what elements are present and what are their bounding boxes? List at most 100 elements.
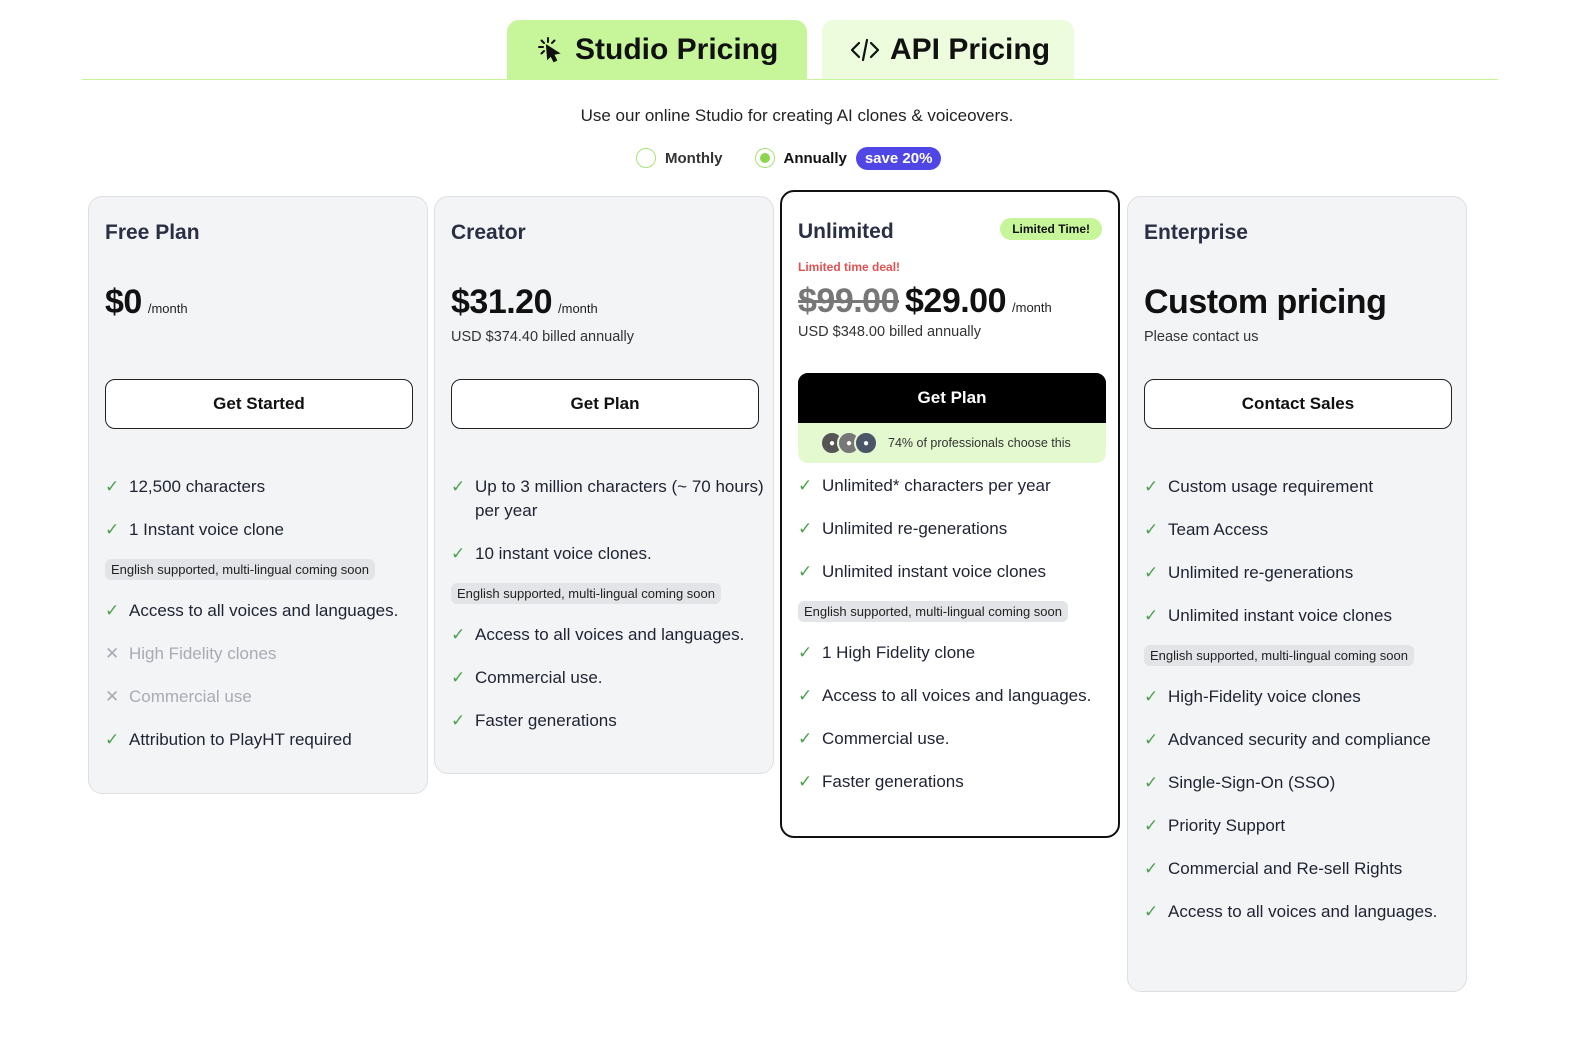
price-row: $0 /month [105, 283, 188, 322]
language-support-note: English supported, multi-lingual coming … [451, 583, 721, 604]
price-period: /month [558, 301, 598, 316]
price-period: /month [1012, 300, 1052, 315]
feature-item: ✓ 10 instant voice clones. [451, 542, 769, 566]
tab-label: Studio Pricing [575, 32, 779, 66]
feature-text: Access to all voices and languages. [475, 625, 745, 644]
limited-time-badge: Limited Time! [1000, 218, 1102, 240]
feature-text: Commercial use. [475, 668, 603, 687]
check-icon: ✓ [1144, 816, 1159, 835]
avatar: ● [854, 431, 878, 455]
plan-price: $0 [105, 283, 142, 321]
feature-item: ✓ Commercial use. [798, 727, 1116, 751]
feature-item: ✓ Custom usage requirement [1144, 475, 1462, 499]
deal-text: Limited time deal! [798, 260, 901, 274]
billing-option-annually[interactable]: Annually save 20% [754, 146, 942, 170]
check-icon: ✓ [105, 477, 120, 496]
get-started-button[interactable]: Get Started [105, 379, 413, 429]
check-icon: ✓ [1144, 902, 1159, 921]
check-icon: ✓ [798, 476, 813, 495]
feature-list: ✓ Unlimited* characters per year ✓ Unlimite… [798, 474, 1116, 813]
save-badge: save 20% [855, 146, 942, 170]
feature-text: High Fidelity clones [129, 644, 277, 663]
feature-text: Faster generations [822, 772, 964, 791]
social-proof-strip: ● ● ● 74% of professionals choose this [798, 423, 1106, 463]
feature-item: ✓ Commercial and Re-sell Rights [1144, 857, 1462, 881]
price-period: /month [147, 301, 188, 316]
billed-annually-text: USD $374.40 billed annually [451, 329, 634, 345]
check-icon: ✓ [1144, 520, 1159, 539]
page-subtitle: Use our online Studio for creating AI cl… [580, 106, 1014, 125]
feature-text: Access to all voices and languages. [1168, 902, 1438, 921]
feature-item: ✓ Priority Support [1144, 814, 1462, 838]
check-icon: ✓ [798, 562, 813, 581]
feature-text: Priority Support [1168, 816, 1286, 835]
plan-name: Free Plan [105, 221, 200, 244]
monthly-radio[interactable] [636, 148, 656, 168]
feature-item: ✓ Attribution to PlayHT required [105, 728, 423, 752]
social-proof-text: 74% of professionals choose this [888, 436, 1071, 450]
feature-item: ✓ Unlimited instant voice clones [1144, 604, 1462, 628]
check-icon: ✓ [1144, 606, 1159, 625]
feature-item: ✓ 12,500 characters [105, 475, 423, 499]
tab-studio-pricing[interactable]: Studio Pricing [507, 20, 807, 79]
x-icon: ✕ [105, 687, 120, 706]
feature-item: ✓ Access to all voices and languages. [105, 599, 423, 623]
feature-item: ✓ 1 High Fidelity clone [798, 641, 1116, 665]
plan-card-unlimited: Unlimited Limited Time! Limited time dea… [780, 190, 1120, 838]
x-icon: ✕ [105, 644, 120, 663]
feature-item: ✓ Commercial use. [451, 666, 769, 690]
cursor-click-icon [535, 35, 565, 65]
feature-text: Up to 3 million characters (~ 70 hours) … [475, 477, 764, 520]
annually-radio[interactable] [754, 148, 775, 168]
feature-item: ✓ Up to 3 million characters (~ 70 hours)… [451, 475, 769, 523]
feature-item: ✓ 1 Instant voice clone [105, 518, 423, 542]
annually-label: Annually [783, 149, 847, 167]
feature-item: ✓ Unlimited* characters per year [798, 474, 1116, 498]
feature-text: Faster generations [475, 711, 617, 730]
plan-card-free: Free Plan $0 /month Get Started ✓ 12,500 … [88, 196, 428, 794]
check-icon: ✓ [798, 643, 813, 662]
feature-text: Team Access [1168, 520, 1269, 539]
get-plan-button[interactable]: Get Plan [451, 379, 759, 429]
billing-option-monthly[interactable]: Monthly [636, 148, 723, 168]
feature-text: Access to all voices and languages. [822, 686, 1092, 705]
feature-text: Advanced security and compliance [1168, 730, 1431, 749]
get-plan-button[interactable]: Get Plan [798, 373, 1106, 423]
feature-text: 1 Instant voice clone [129, 520, 284, 539]
plan-price: Custom pricing [1144, 283, 1387, 321]
tab-api-pricing[interactable]: API Pricing [822, 20, 1074, 79]
feature-text: Single-Sign-On (SSO) [1168, 773, 1336, 792]
feature-item: ✓ Unlimited re-generations [1144, 561, 1462, 585]
feature-item: ✕ Commercial use [105, 685, 423, 709]
language-support-note: English supported, multi-lingual coming … [798, 601, 1068, 622]
feature-note-row: English supported, multi-lingual coming … [798, 601, 1116, 641]
feature-item: ✓ Team Access [1144, 518, 1462, 542]
feature-item: ✓ Unlimited re-generations [798, 517, 1116, 541]
monthly-label: Monthly [665, 149, 723, 167]
pricing-tabs: Studio Pricing API Pricing [82, 20, 1498, 80]
feature-note-row: English supported, multi-lingual coming … [451, 583, 769, 623]
feature-text: 12,500 characters [129, 477, 266, 496]
contact-sales-button[interactable]: Contact Sales [1144, 379, 1452, 429]
feature-text: Unlimited re-generations [822, 519, 1008, 538]
language-support-note: English supported, multi-lingual coming … [1144, 645, 1414, 666]
check-icon: ✓ [105, 520, 120, 539]
plan-name: Enterprise [1144, 221, 1248, 244]
price-row: $99.00 $29.00 /month [798, 282, 1052, 321]
plan-price: $29.00 [905, 282, 1007, 320]
plan-name: Creator [451, 221, 526, 244]
check-icon: ✓ [1144, 730, 1159, 749]
feature-item: ✓ Unlimited instant voice clones [798, 560, 1116, 584]
check-icon: ✓ [798, 729, 813, 748]
billing-toggle: Monthly Annually save 20% [636, 145, 942, 171]
feature-text: High-Fidelity voice clones [1168, 687, 1361, 706]
feature-item: ✓ Access to all voices and languages. [1144, 900, 1462, 924]
feature-text: Commercial and Re-sell Rights [1168, 859, 1403, 878]
check-icon: ✓ [451, 668, 466, 687]
feature-list: ✓ Up to 3 million characters (~ 70 hours)… [451, 475, 769, 752]
check-icon: ✓ [1144, 477, 1159, 496]
check-icon: ✓ [798, 686, 813, 705]
feature-text: Unlimited instant voice clones [1168, 606, 1392, 625]
feature-note-row: English supported, multi-lingual coming … [1144, 645, 1462, 685]
feature-text: Unlimited re-generations [1168, 563, 1354, 582]
